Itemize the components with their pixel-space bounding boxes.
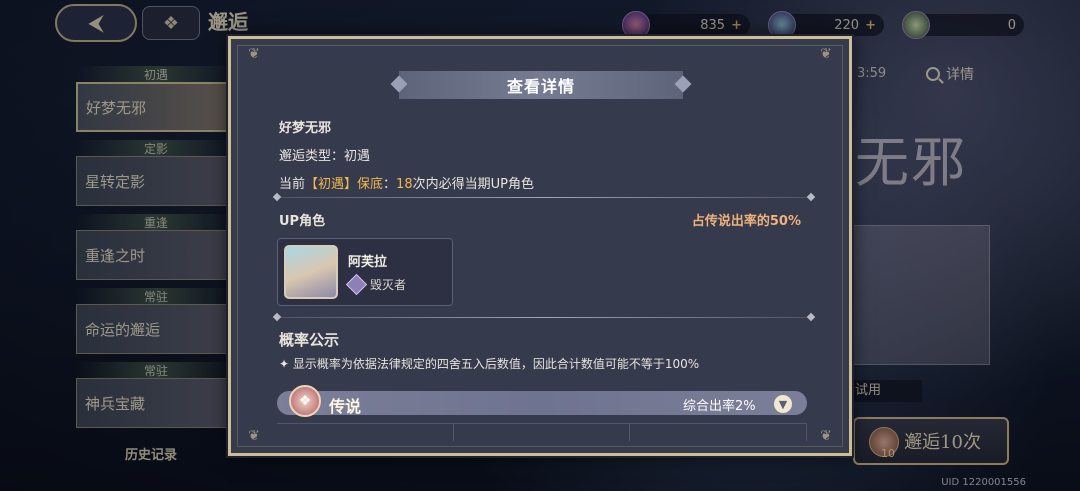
table-cell: [630, 424, 808, 441]
corner-ornament-icon: ❦: [820, 46, 832, 62]
chevron-down-icon[interactable]: ▼: [774, 395, 792, 413]
legendary-label: 传说: [329, 397, 362, 416]
corner-ornament-icon: ❦: [248, 46, 260, 62]
pity-tag: 【初遇】保底: [305, 177, 384, 192]
class-diamond-icon: [345, 273, 368, 296]
legendary-rate: 综合出率2%: [683, 399, 756, 414]
up-character-card[interactable]: 阿芙拉 毁灭者: [277, 238, 453, 306]
pity-info: 当前【初遇】保底：18次内必得当期UP角色: [279, 173, 534, 192]
banner-type: 邂逅类型：初遇: [279, 149, 371, 164]
probability-table-header: [277, 423, 808, 441]
probability-title: 概率公示: [279, 331, 340, 349]
pity-suffix: 次内必得当期UP角色: [412, 177, 534, 192]
probability-note: ✦ 显示概率为依据法律规定的四舍五入后数值，因此合计数值可能不等于100%: [279, 357, 700, 371]
pity-colon: ：: [383, 177, 397, 192]
corner-ornament-icon: ❦: [820, 428, 832, 444]
section-divider: [277, 317, 811, 318]
character-class: 毁灭者: [370, 278, 407, 292]
table-cell: [277, 424, 454, 441]
up-share-rate: 占传说出率的50%: [691, 214, 801, 229]
legendary-emblem-icon: ❖: [289, 385, 321, 417]
detail-modal: ❦ ❦ ❦ ❦ 查看详情 好梦无邪 邂逅类型：初遇 当前【初遇】保底：18次内必…: [228, 36, 852, 456]
section-divider: [277, 197, 811, 198]
character-portrait: [284, 245, 338, 299]
modal-title: 查看详情: [399, 71, 683, 99]
corner-ornament-icon: ❦: [248, 428, 260, 444]
banner-name: 好梦无邪: [279, 121, 332, 136]
table-cell: [454, 424, 631, 441]
pity-count: 18: [396, 177, 413, 192]
pity-prefix: 当前: [279, 177, 306, 192]
up-section-title: UP角色: [279, 214, 326, 229]
character-name: 阿芙拉: [348, 255, 388, 270]
